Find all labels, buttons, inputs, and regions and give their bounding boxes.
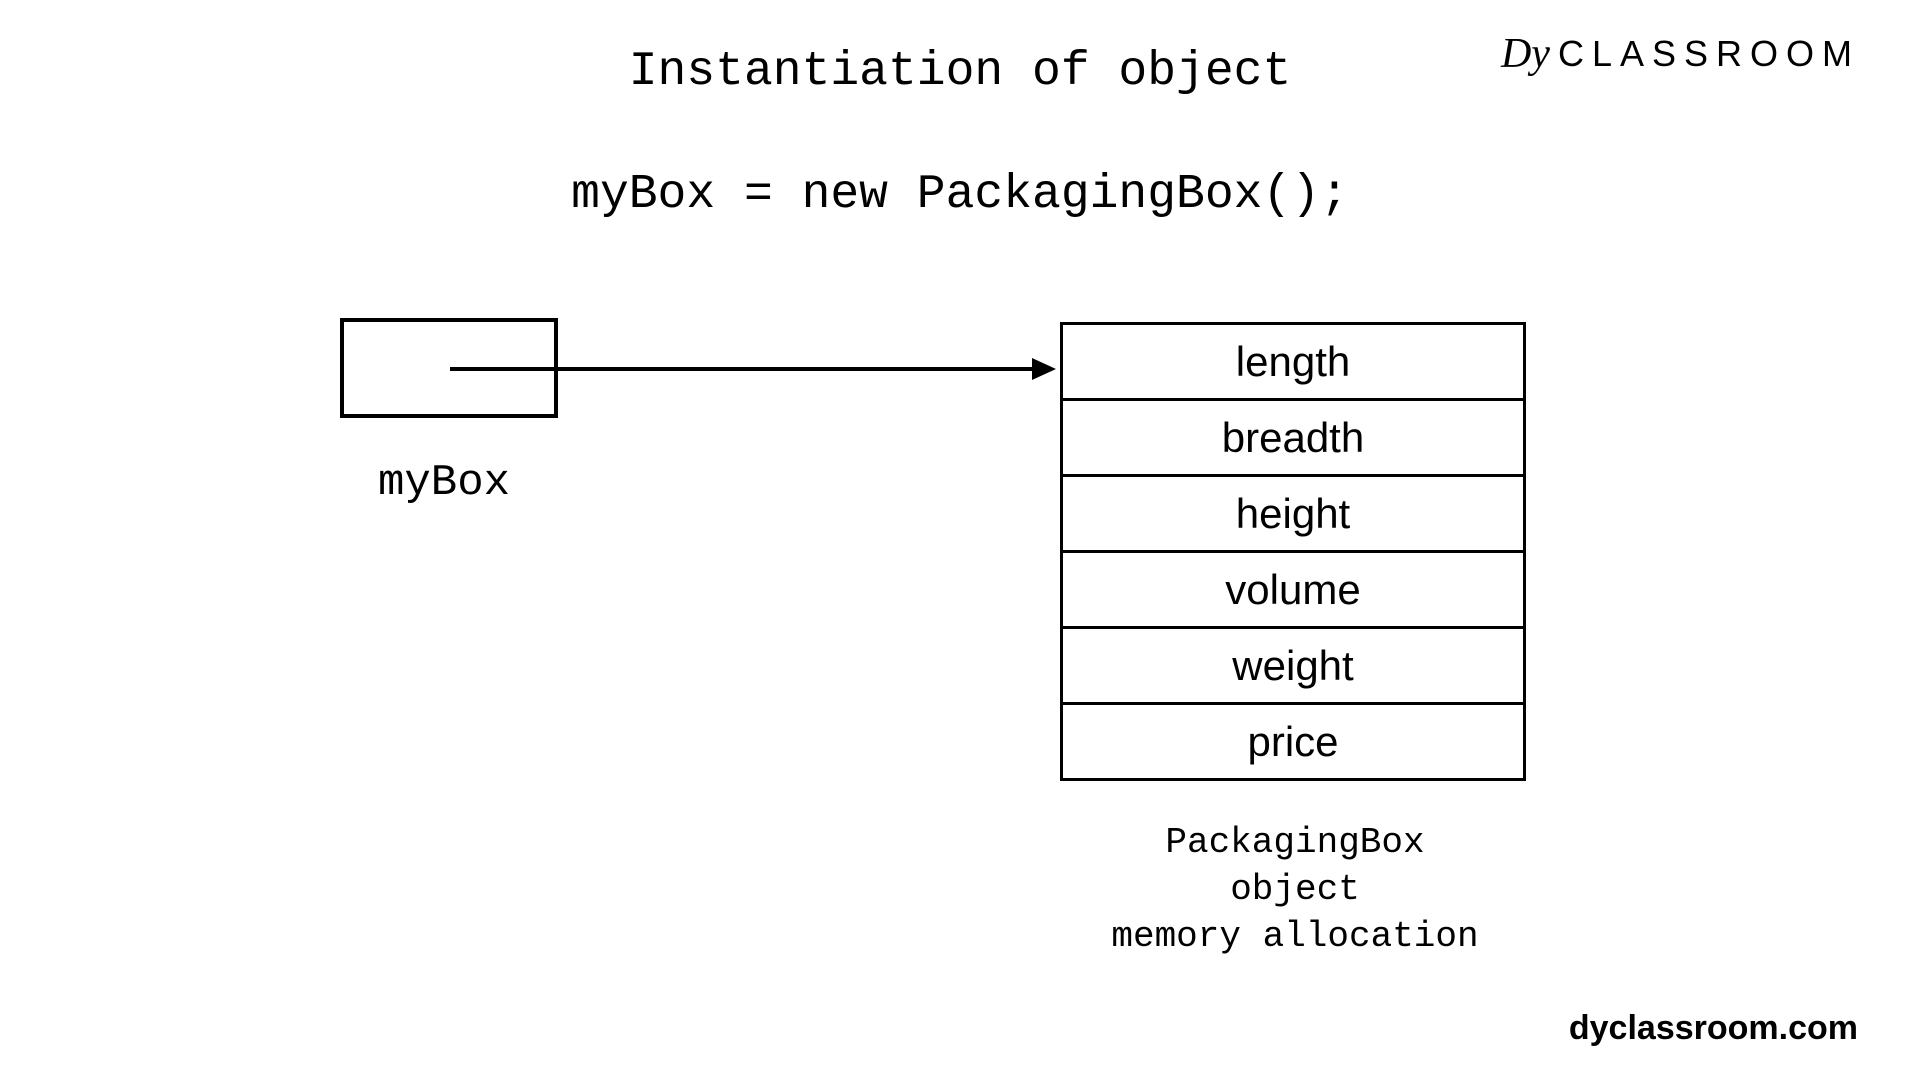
object-caption: PackagingBox object memory allocation: [1095, 820, 1495, 960]
object-field-row: length: [1062, 324, 1525, 400]
object-field-row: volume: [1062, 552, 1525, 628]
object-caption-line2: memory allocation: [1111, 916, 1478, 957]
reference-variable-label: myBox: [378, 458, 510, 508]
brand-text: CLASSROOM: [1558, 33, 1860, 75]
object-field-cell: breadth: [1062, 400, 1525, 476]
arrow-pointer: [442, 334, 1062, 404]
object-caption-line1: PackagingBox object: [1165, 822, 1424, 910]
object-field-cell: height: [1062, 476, 1525, 552]
diagram-title: Instantiation of object: [629, 45, 1292, 99]
object-field-cell: price: [1062, 704, 1525, 780]
object-field-row: price: [1062, 704, 1525, 780]
object-field-row: weight: [1062, 628, 1525, 704]
object-field-row: height: [1062, 476, 1525, 552]
object-field-row: breadth: [1062, 400, 1525, 476]
object-field-cell: weight: [1062, 628, 1525, 704]
object-field-cell: volume: [1062, 552, 1525, 628]
footer-url: dyclassroom.com: [1569, 1009, 1858, 1048]
object-memory-table: length breadth height volume weight pric…: [1060, 322, 1526, 781]
object-field-cell: length: [1062, 324, 1525, 400]
brand-logo: Dy CLASSROOM: [1501, 30, 1860, 78]
code-snippet: myBox = new PackagingBox();: [571, 168, 1349, 222]
brand-glyph: Dy: [1501, 30, 1550, 78]
